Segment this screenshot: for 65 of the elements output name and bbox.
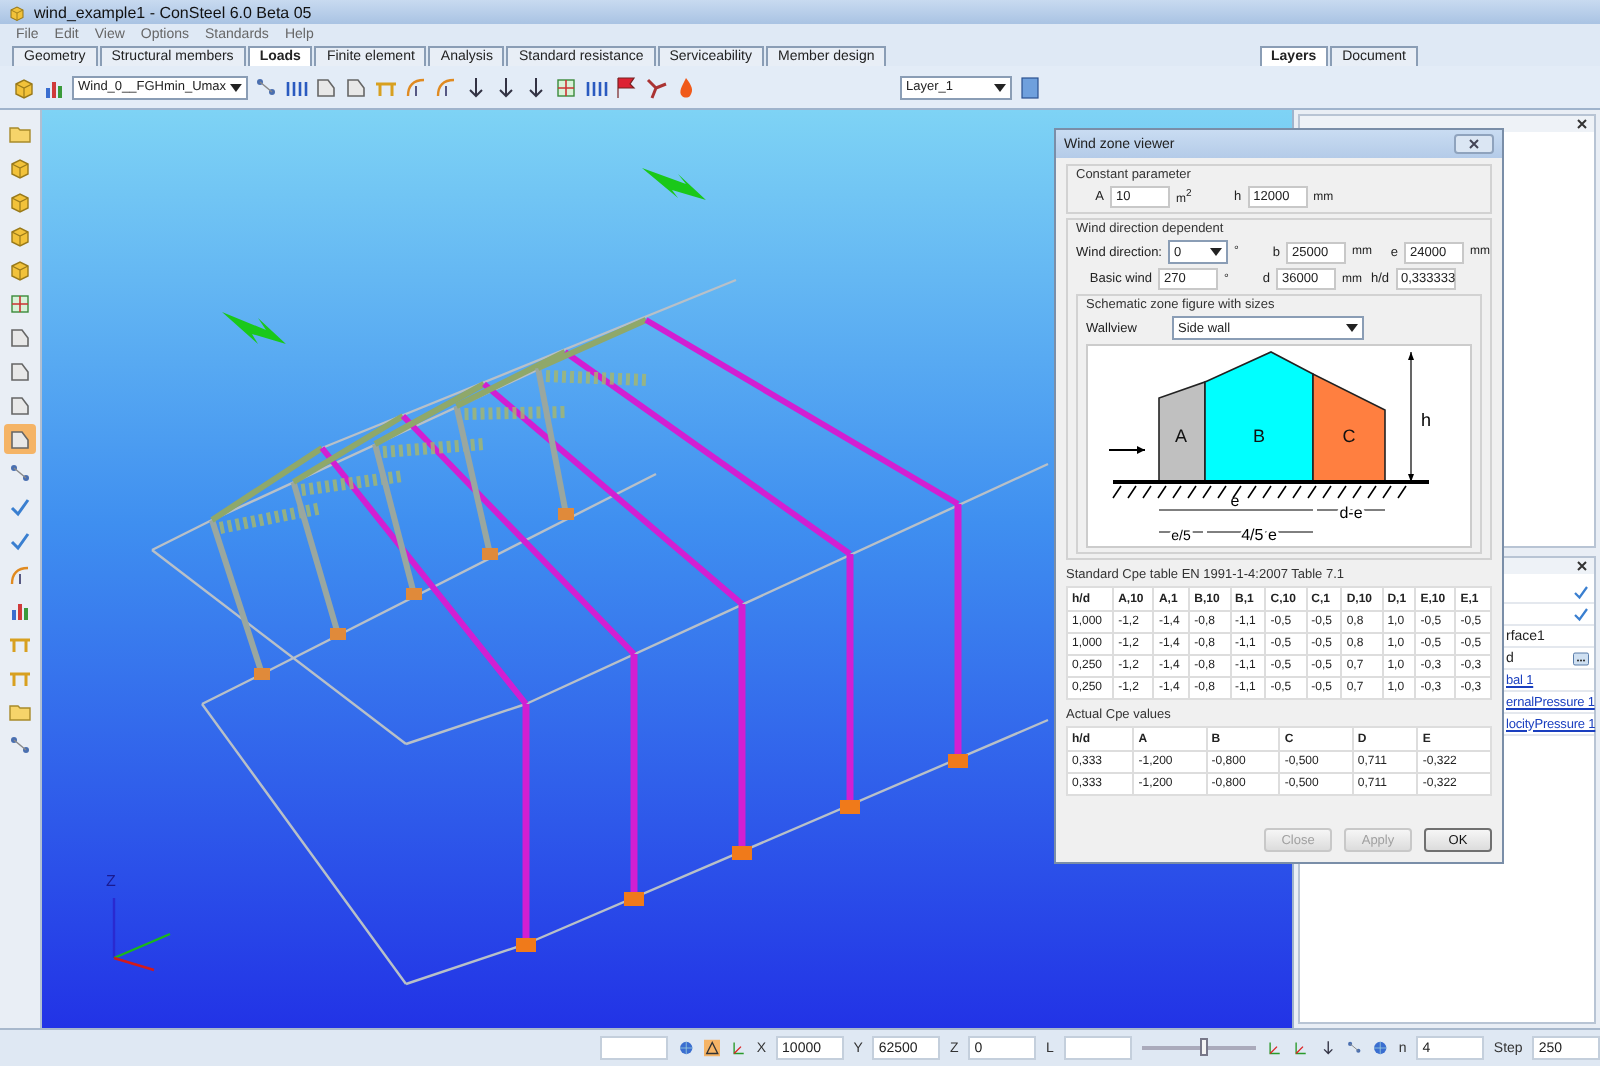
cube-icon: [8, 155, 32, 179]
arc-icon: [8, 563, 32, 587]
cube-icon: [8, 3, 26, 21]
more-icon: [1572, 649, 1590, 667]
cube-icon: [8, 223, 32, 247]
arc-icon: [404, 75, 428, 99]
axes-icon: [730, 1038, 747, 1058]
arrow-icon: [464, 75, 488, 99]
folder-icon: [8, 121, 32, 145]
plate-icon: [8, 393, 32, 417]
layers-icon: [1018, 75, 1042, 99]
arc-icon: [434, 75, 458, 99]
caret-icon: [230, 83, 242, 91]
axes-icon: [1266, 1038, 1283, 1058]
globe-icon: [1372, 1038, 1389, 1058]
node-icon: [254, 75, 278, 99]
arrow-icon: [524, 75, 548, 99]
wind-zone: C: [1312, 372, 1386, 483]
dimension-label: h: [1421, 410, 1432, 430]
arrow-icon: [642, 168, 706, 200]
check-icon: [8, 495, 32, 519]
caret-icon: [994, 83, 1006, 91]
close-button[interactable]: [1454, 134, 1494, 154]
command-field[interactable]: [600, 1036, 668, 1060]
tool-button[interactable]: [4, 424, 36, 454]
window-title: wind_example1 - ConSteel 6.0 Beta 05: [34, 3, 312, 21]
cube-icon: [8, 189, 32, 213]
arrow-icon: [222, 312, 286, 344]
wind-arrow: [1108, 446, 1146, 454]
flame-icon: [674, 75, 698, 99]
node-icon: [8, 733, 32, 757]
cube-icon: [8, 257, 32, 281]
flag-icon: [614, 75, 638, 99]
wind-zone: A: [1158, 380, 1206, 483]
plate-icon: [314, 75, 338, 99]
plate-icon: [344, 75, 368, 99]
arrow-icon: [1319, 1038, 1336, 1058]
node-icon: [1345, 1038, 1363, 1058]
fan-icon: [644, 75, 668, 99]
caret-icon: [1210, 248, 1222, 256]
caret-icon: [1346, 324, 1358, 332]
height-dimension: [1408, 351, 1414, 483]
arrow-icon: [494, 75, 518, 99]
plate-icon: [8, 359, 32, 383]
close-icon: [1468, 138, 1480, 150]
warning-icon: [703, 1038, 721, 1058]
close-icon[interactable]: [1576, 118, 1588, 130]
wind-zone: B: [1204, 351, 1314, 483]
dimension-label: 4/5 e: [1241, 526, 1277, 544]
axis-label: Z: [106, 872, 116, 890]
axes-icon: [1292, 1038, 1310, 1058]
close-icon[interactable]: [1576, 560, 1588, 572]
grid-icon: [8, 291, 32, 315]
globe-icon: [677, 1038, 694, 1058]
check-icon: [8, 529, 32, 553]
coordinate-field[interactable]: [1063, 1036, 1132, 1060]
slider-thumb[interactable]: [1200, 1038, 1209, 1056]
cube-icon: [12, 75, 36, 99]
node-icon: [8, 461, 32, 485]
folder-icon: [8, 699, 32, 723]
grid-icon: [554, 75, 578, 99]
dimension-label: e: [1230, 492, 1240, 510]
dimension-label: d-e: [1339, 504, 1363, 522]
plate-icon: [8, 427, 32, 451]
plate-icon: [8, 325, 32, 349]
